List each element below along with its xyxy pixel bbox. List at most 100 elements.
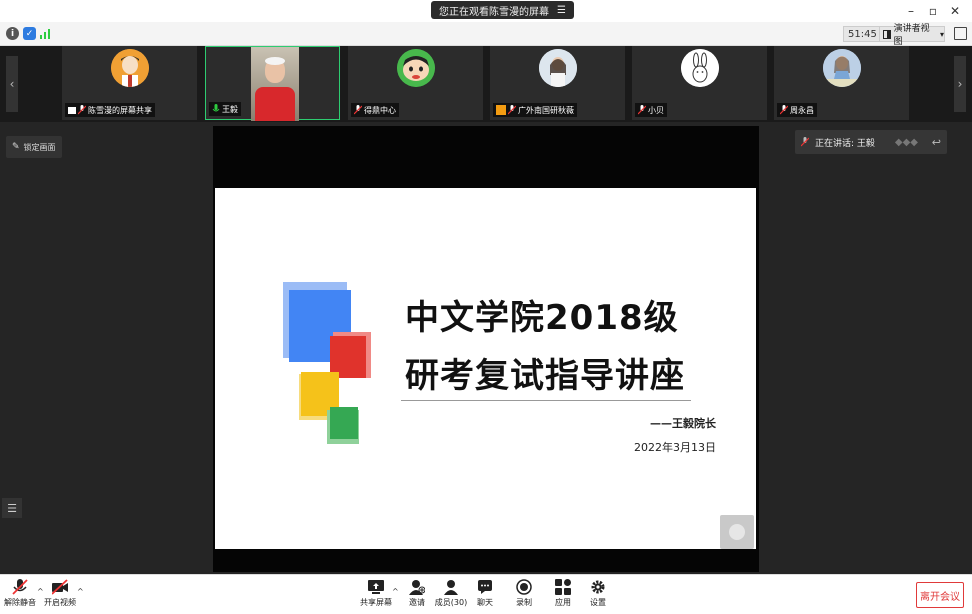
active-speaker-label: 正在讲话: 王毅 [815, 138, 875, 149]
avatar [110, 49, 149, 87]
participant-tile[interactable]: 广外南国研秋薇 [490, 46, 625, 120]
pin-icon: ✎ [12, 142, 20, 152]
participant-tile[interactable]: 小贝 [632, 46, 767, 120]
chat-label: 聊天 [477, 598, 493, 607]
chevron-down-icon: ▾ [939, 29, 944, 39]
unmute-label: 解除静音 [4, 598, 36, 607]
participant-name: 得鼎中心 [364, 105, 396, 115]
start-video-label: 开启视频 [44, 598, 76, 607]
slide-divider [401, 400, 691, 401]
screen-share-icon [68, 106, 76, 114]
members-label: 成员(30) [434, 598, 468, 607]
record-icon [516, 579, 532, 595]
chat-icon [478, 580, 492, 594]
mic-active-icon [212, 104, 220, 112]
active-speaker-indicator: 正在讲话: 王毅 ◆◆◆ ↩ [795, 130, 947, 154]
participant-label: 周永昌 [777, 103, 817, 117]
slide-corner-button[interactable] [720, 515, 754, 549]
shield-icon[interactable]: ✓ [23, 27, 36, 40]
gear-icon [591, 580, 605, 594]
mic-muted-icon [78, 105, 86, 115]
info-icon[interactable]: i [6, 27, 19, 40]
pin-view-label: 锁定画面 [23, 142, 56, 152]
mic-muted-icon [801, 137, 809, 147]
participant-name: 小贝 [648, 105, 664, 115]
main-area: ✎ 锁定画面 中文学院2018级 研考复试指导讲座 ——王毅院长 2022年3月… [0, 122, 972, 574]
strip-prev-button[interactable]: ‹ [6, 56, 18, 112]
participant-strip: ‹ 陈雪漫的屏幕共享 王毅 得鼎中心 广外南国研秋薇 小贝 周永昌 › [0, 46, 972, 122]
record-label: 录制 [516, 598, 532, 607]
participant-name: 王毅 [222, 104, 238, 114]
close-button[interactable]: ✕ [944, 2, 966, 20]
share-screen-button[interactable]: 共享屏幕 [356, 579, 396, 611]
avatar [822, 49, 861, 87]
apps-icon [555, 579, 571, 595]
participant-label: 得鼎中心 [351, 103, 399, 117]
participant-label: 小贝 [635, 103, 667, 117]
mic-muted-icon [12, 579, 28, 595]
minimize-button[interactable]: – [900, 2, 922, 20]
slide-title-line1: 中文学院2018级 [405, 298, 679, 338]
participant-video [251, 47, 299, 121]
settings-button[interactable]: 设置 [578, 579, 618, 611]
participant-label: 广外南国研秋薇 [493, 103, 577, 117]
mic-muted-icon [780, 105, 788, 115]
apps-button[interactable]: 应用 [543, 579, 583, 611]
participant-tile[interactable]: 陈雪漫的屏幕共享 [62, 46, 197, 120]
chevron-up-icon[interactable]: ^ [77, 587, 84, 596]
chevron-left-icon: ‹ [9, 77, 15, 91]
meeting-timer: 51:45 [843, 26, 882, 42]
participant-tile[interactable]: 周永昌 [774, 46, 909, 120]
chat-button[interactable]: 聊天 [465, 579, 505, 611]
participant-name: 广外南国研秋薇 [518, 105, 574, 115]
layout-icon [883, 29, 891, 39]
slide-author: ——王毅院长 [650, 417, 716, 430]
status-bar: i ✓ 51:45 演讲者视图 ▾ [0, 22, 972, 47]
view-mode-button[interactable]: 演讲者视图 ▾ [879, 24, 945, 47]
collapse-icon[interactable]: ↩ [932, 136, 941, 149]
slide-title-line2: 研考复试指导讲座 [405, 356, 685, 396]
presentation-slide: 中文学院2018级 研考复试指导讲座 ——王毅院长 2022年3月13日 [215, 188, 756, 549]
avatar [396, 49, 435, 87]
share-screen-icon [368, 580, 384, 594]
participant-tile[interactable]: 得鼎中心 [348, 46, 483, 120]
share-banner-text: 您正在观看陈雪漫的屏幕 [439, 6, 549, 18]
fullscreen-icon[interactable] [954, 27, 967, 40]
invite-label: 邀请 [409, 598, 425, 607]
window-title-bar: 您正在观看陈雪漫的屏幕 ☰ – ▫ ✕ [0, 0, 972, 22]
shared-screen[interactable]: 中文学院2018级 研考复试指导讲座 ——王毅院长 2022年3月13日 [213, 126, 759, 572]
participant-name: 周永昌 [790, 105, 814, 115]
members-icon [444, 580, 458, 595]
participant-name: 陈雪漫的屏幕共享 [88, 105, 152, 115]
settings-label: 设置 [590, 598, 606, 607]
menu-icon[interactable]: ☰ [557, 5, 566, 16]
participant-label: 王毅 [209, 102, 241, 116]
participant-label: 陈雪漫的屏幕共享 [65, 103, 155, 117]
restore-button[interactable]: ▫ [922, 2, 944, 20]
start-video-button[interactable]: 开启视频 [40, 579, 80, 611]
logo-green-block [330, 407, 358, 439]
signal-icon[interactable] [40, 28, 52, 39]
leave-meeting-button[interactable]: 离开会议 [916, 582, 964, 608]
chevron-right-icon: › [957, 77, 963, 91]
list-icon[interactable]: ☰ [2, 498, 22, 518]
share-banner[interactable]: 您正在观看陈雪漫的屏幕 ☰ [431, 1, 574, 19]
participant-tile[interactable]: 王毅 [205, 46, 340, 121]
slide-date: 2022年3月13日 [634, 441, 716, 454]
apps-label: 应用 [555, 598, 571, 607]
share-screen-label: 共享屏幕 [360, 598, 392, 607]
record-button[interactable]: 录制 [504, 579, 544, 611]
video-off-icon [52, 579, 68, 595]
speaker-wave-icon: ◆◆◆ [894, 136, 918, 148]
view-mode-label: 演讲者视图 [893, 24, 930, 47]
mic-muted-icon [508, 105, 516, 115]
window-controls: – ▫ ✕ [900, 2, 966, 20]
unmute-button[interactable]: 解除静音 [0, 579, 40, 611]
strip-next-button[interactable]: › [954, 56, 966, 112]
avatar [538, 49, 577, 87]
mic-muted-icon [638, 105, 646, 115]
avatar [680, 49, 719, 87]
pin-view-button[interactable]: ✎ 锁定画面 [6, 136, 62, 158]
mic-muted-icon [354, 105, 362, 115]
person-icon [496, 105, 506, 115]
